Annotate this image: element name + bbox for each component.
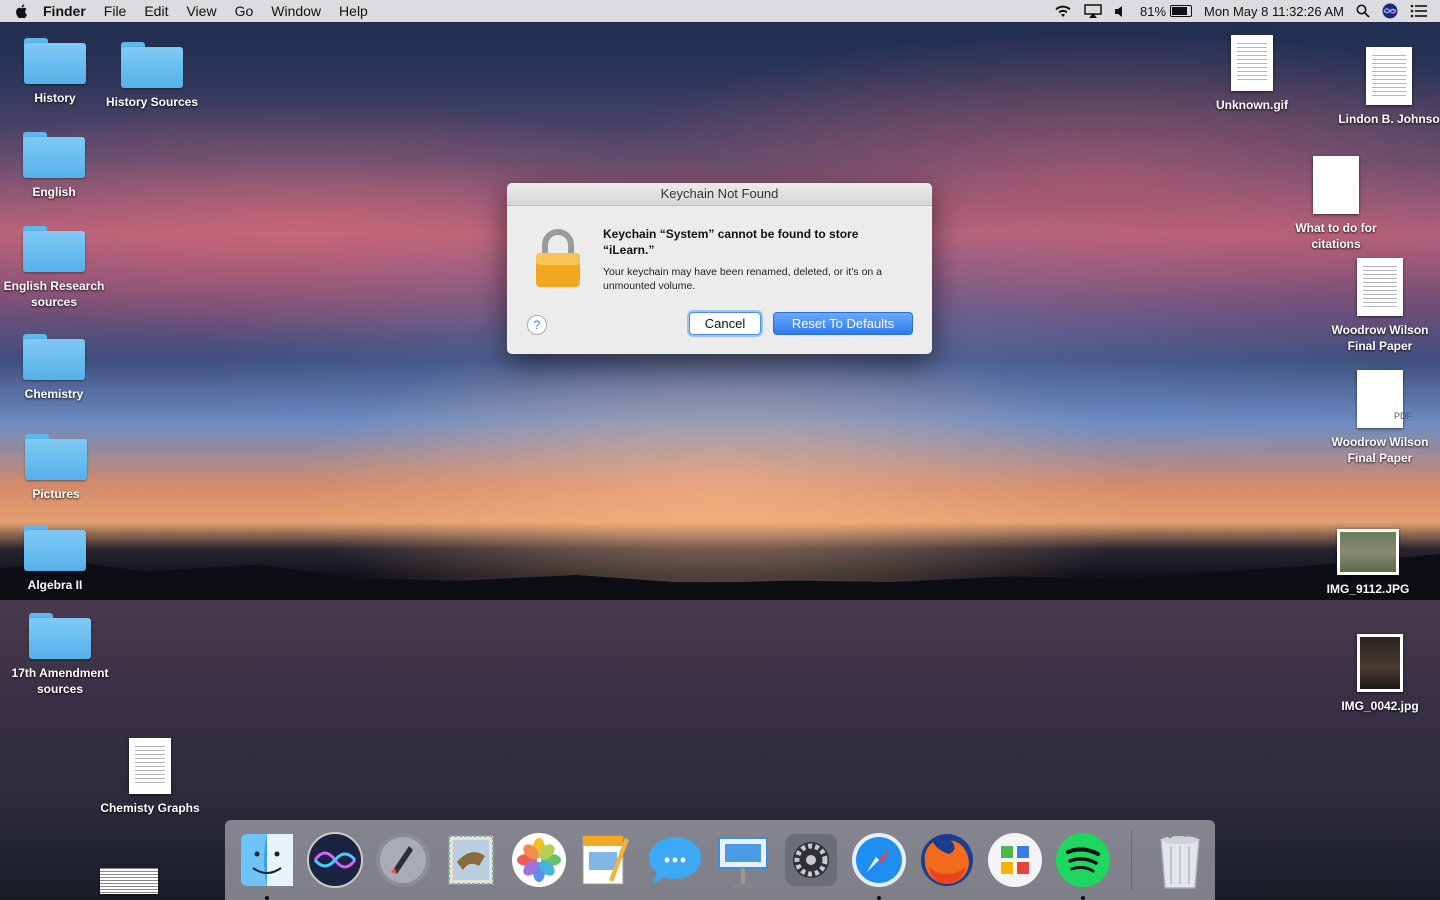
apple-menu-icon[interactable] bbox=[14, 3, 30, 19]
desktop-file-lindon-b-johnson[interactable]: Lindon B. Johnso bbox=[1334, 47, 1440, 127]
photo-thumbnail-icon bbox=[1337, 529, 1399, 575]
desktop-folder-history-sources[interactable]: History Sources bbox=[92, 42, 212, 110]
airplay-icon[interactable] bbox=[1084, 4, 1102, 18]
folder-icon bbox=[24, 38, 86, 84]
pages-icon[interactable] bbox=[577, 830, 637, 890]
document-icon bbox=[1366, 47, 1412, 105]
desktop-icon-label: History bbox=[34, 91, 76, 105]
dock bbox=[225, 820, 1215, 900]
menubar-clock[interactable]: Mon May 8 11:32:26 AM bbox=[1204, 4, 1344, 19]
desktop-icon-label: IMG_9112.JPG bbox=[1326, 582, 1410, 596]
desktop-file-woodrow-wilson-final-paper[interactable]: Woodrow Wilson Final Paper bbox=[1320, 258, 1440, 354]
desktop-file-img-0042[interactable]: IMG_0042.jpg bbox=[1320, 634, 1440, 714]
volume-icon[interactable] bbox=[1114, 5, 1128, 18]
lock-icon bbox=[536, 229, 580, 287]
menu-bar: Finder File Edit View Go Window Help 81%… bbox=[0, 0, 1440, 22]
firefox-icon[interactable] bbox=[917, 830, 977, 890]
document-icon bbox=[1313, 156, 1359, 214]
desktop-icon-label: Algebra II bbox=[27, 578, 83, 592]
self-service-icon[interactable] bbox=[985, 830, 1045, 890]
desktop-icon-label: Chemistry bbox=[24, 387, 84, 401]
battery-status[interactable]: 81% bbox=[1140, 3, 1193, 19]
photos-icon[interactable] bbox=[509, 830, 569, 890]
desktop-icon-label: English bbox=[32, 185, 76, 199]
pdf-badge: PDF bbox=[1394, 411, 1412, 421]
desktop-icon-label: Chemisty Graphs bbox=[100, 801, 200, 815]
desktop-icon-label: English Research sources bbox=[3, 279, 105, 309]
desktop-icon-label: Woodrow Wilson Final Paper bbox=[1331, 435, 1429, 465]
desktop-file-chemisty-graphs[interactable]: Chemisty Graphs bbox=[90, 738, 210, 816]
desktop-file-unknown-gif[interactable]: Unknown.gif bbox=[1192, 35, 1312, 113]
folder-icon bbox=[121, 42, 183, 88]
keychain-not-found-dialog: Keychain Not Found Keychain “System” can… bbox=[507, 183, 932, 354]
document-icon bbox=[1357, 258, 1403, 316]
dock-separator bbox=[1131, 830, 1132, 890]
folder-icon bbox=[23, 226, 85, 272]
launchpad-icon[interactable] bbox=[373, 830, 433, 890]
desktop-icon-label: 17th Amendment sources bbox=[11, 666, 109, 696]
desktop-icon-label: History Sources bbox=[105, 95, 199, 109]
battery-icon bbox=[1170, 5, 1193, 17]
desktop-file-img-9112[interactable]: IMG_9112.JPG bbox=[1308, 529, 1428, 597]
dialog-message: Your keychain may have been renamed, del… bbox=[603, 266, 883, 292]
siri-icon[interactable] bbox=[1382, 3, 1398, 19]
desktop-folder-algebra-ii[interactable]: Algebra II bbox=[0, 525, 115, 593]
desktop-file-what-to-do-for-citations[interactable]: What to do for citations bbox=[1276, 156, 1396, 252]
menu-go[interactable]: Go bbox=[226, 3, 263, 19]
menu-view[interactable]: View bbox=[177, 3, 225, 19]
wifi-icon[interactable] bbox=[1054, 5, 1072, 18]
desktop-icon-label: What to do for citations bbox=[1295, 221, 1377, 251]
menu-help[interactable]: Help bbox=[330, 3, 377, 19]
spotlight-search-icon[interactable] bbox=[1356, 4, 1370, 18]
siri-icon[interactable] bbox=[305, 830, 365, 890]
trash-icon[interactable] bbox=[1150, 830, 1210, 890]
desktop-icon-label: IMG_0042.jpg bbox=[1341, 699, 1419, 713]
reset-to-defaults-button[interactable]: Reset To Defaults bbox=[773, 312, 913, 335]
desktop-folder-english[interactable]: English bbox=[0, 132, 114, 200]
desktop-icon-label: Pictures bbox=[32, 487, 80, 501]
desktop-folder-chemistry[interactable]: Chemistry bbox=[0, 334, 114, 402]
document-icon bbox=[129, 738, 171, 794]
desktop-file-woodrow-wilson-final-paper-pdf[interactable]: PDF Woodrow Wilson Final Paper bbox=[1320, 370, 1440, 466]
menu-app-finder[interactable]: Finder bbox=[34, 3, 95, 19]
safari-icon[interactable] bbox=[849, 830, 909, 900]
desktop-folder-english-research-sources[interactable]: English Research sources bbox=[0, 226, 114, 310]
help-button[interactable]: ? bbox=[527, 315, 547, 335]
battery-percent: 81% bbox=[1140, 3, 1167, 19]
dialog-title: Keychain Not Found bbox=[507, 183, 932, 206]
folder-icon bbox=[23, 334, 85, 380]
system-preferences-icon[interactable] bbox=[781, 830, 841, 890]
mail-icon[interactable] bbox=[441, 830, 501, 890]
menu-file[interactable]: File bbox=[95, 3, 136, 19]
desktop-folder-pictures[interactable]: Pictures bbox=[0, 434, 116, 502]
spotify-icon[interactable] bbox=[1053, 830, 1113, 900]
desktop-file-scan-thumbnail[interactable] bbox=[100, 868, 158, 894]
menu-window[interactable]: Window bbox=[262, 3, 330, 19]
folder-icon bbox=[29, 613, 91, 659]
cancel-button[interactable]: Cancel bbox=[689, 312, 761, 335]
photo-thumbnail-icon bbox=[1357, 634, 1403, 692]
finder-icon[interactable] bbox=[237, 830, 297, 900]
folder-icon bbox=[25, 434, 87, 480]
menu-edit[interactable]: Edit bbox=[135, 3, 177, 19]
dialog-heading: Keychain “System” cannot be found to sto… bbox=[603, 227, 859, 257]
notification-center-icon[interactable] bbox=[1410, 4, 1428, 18]
desktop-icon-label: Unknown.gif bbox=[1216, 98, 1288, 112]
desktop-icon-label: Woodrow Wilson Final Paper bbox=[1331, 323, 1429, 353]
folder-icon bbox=[23, 132, 85, 178]
folder-icon bbox=[24, 525, 86, 571]
pdf-file-icon: PDF bbox=[1357, 370, 1412, 428]
messages-icon[interactable] bbox=[645, 830, 705, 890]
battery-fill bbox=[1172, 7, 1188, 15]
image-file-icon bbox=[1231, 35, 1273, 91]
desktop-folder-17th-amendment-sources[interactable]: 17th Amendment sources bbox=[0, 613, 120, 697]
desktop-icon-label: Lindon B. Johnso bbox=[1338, 112, 1440, 126]
keynote-icon[interactable] bbox=[713, 830, 773, 890]
